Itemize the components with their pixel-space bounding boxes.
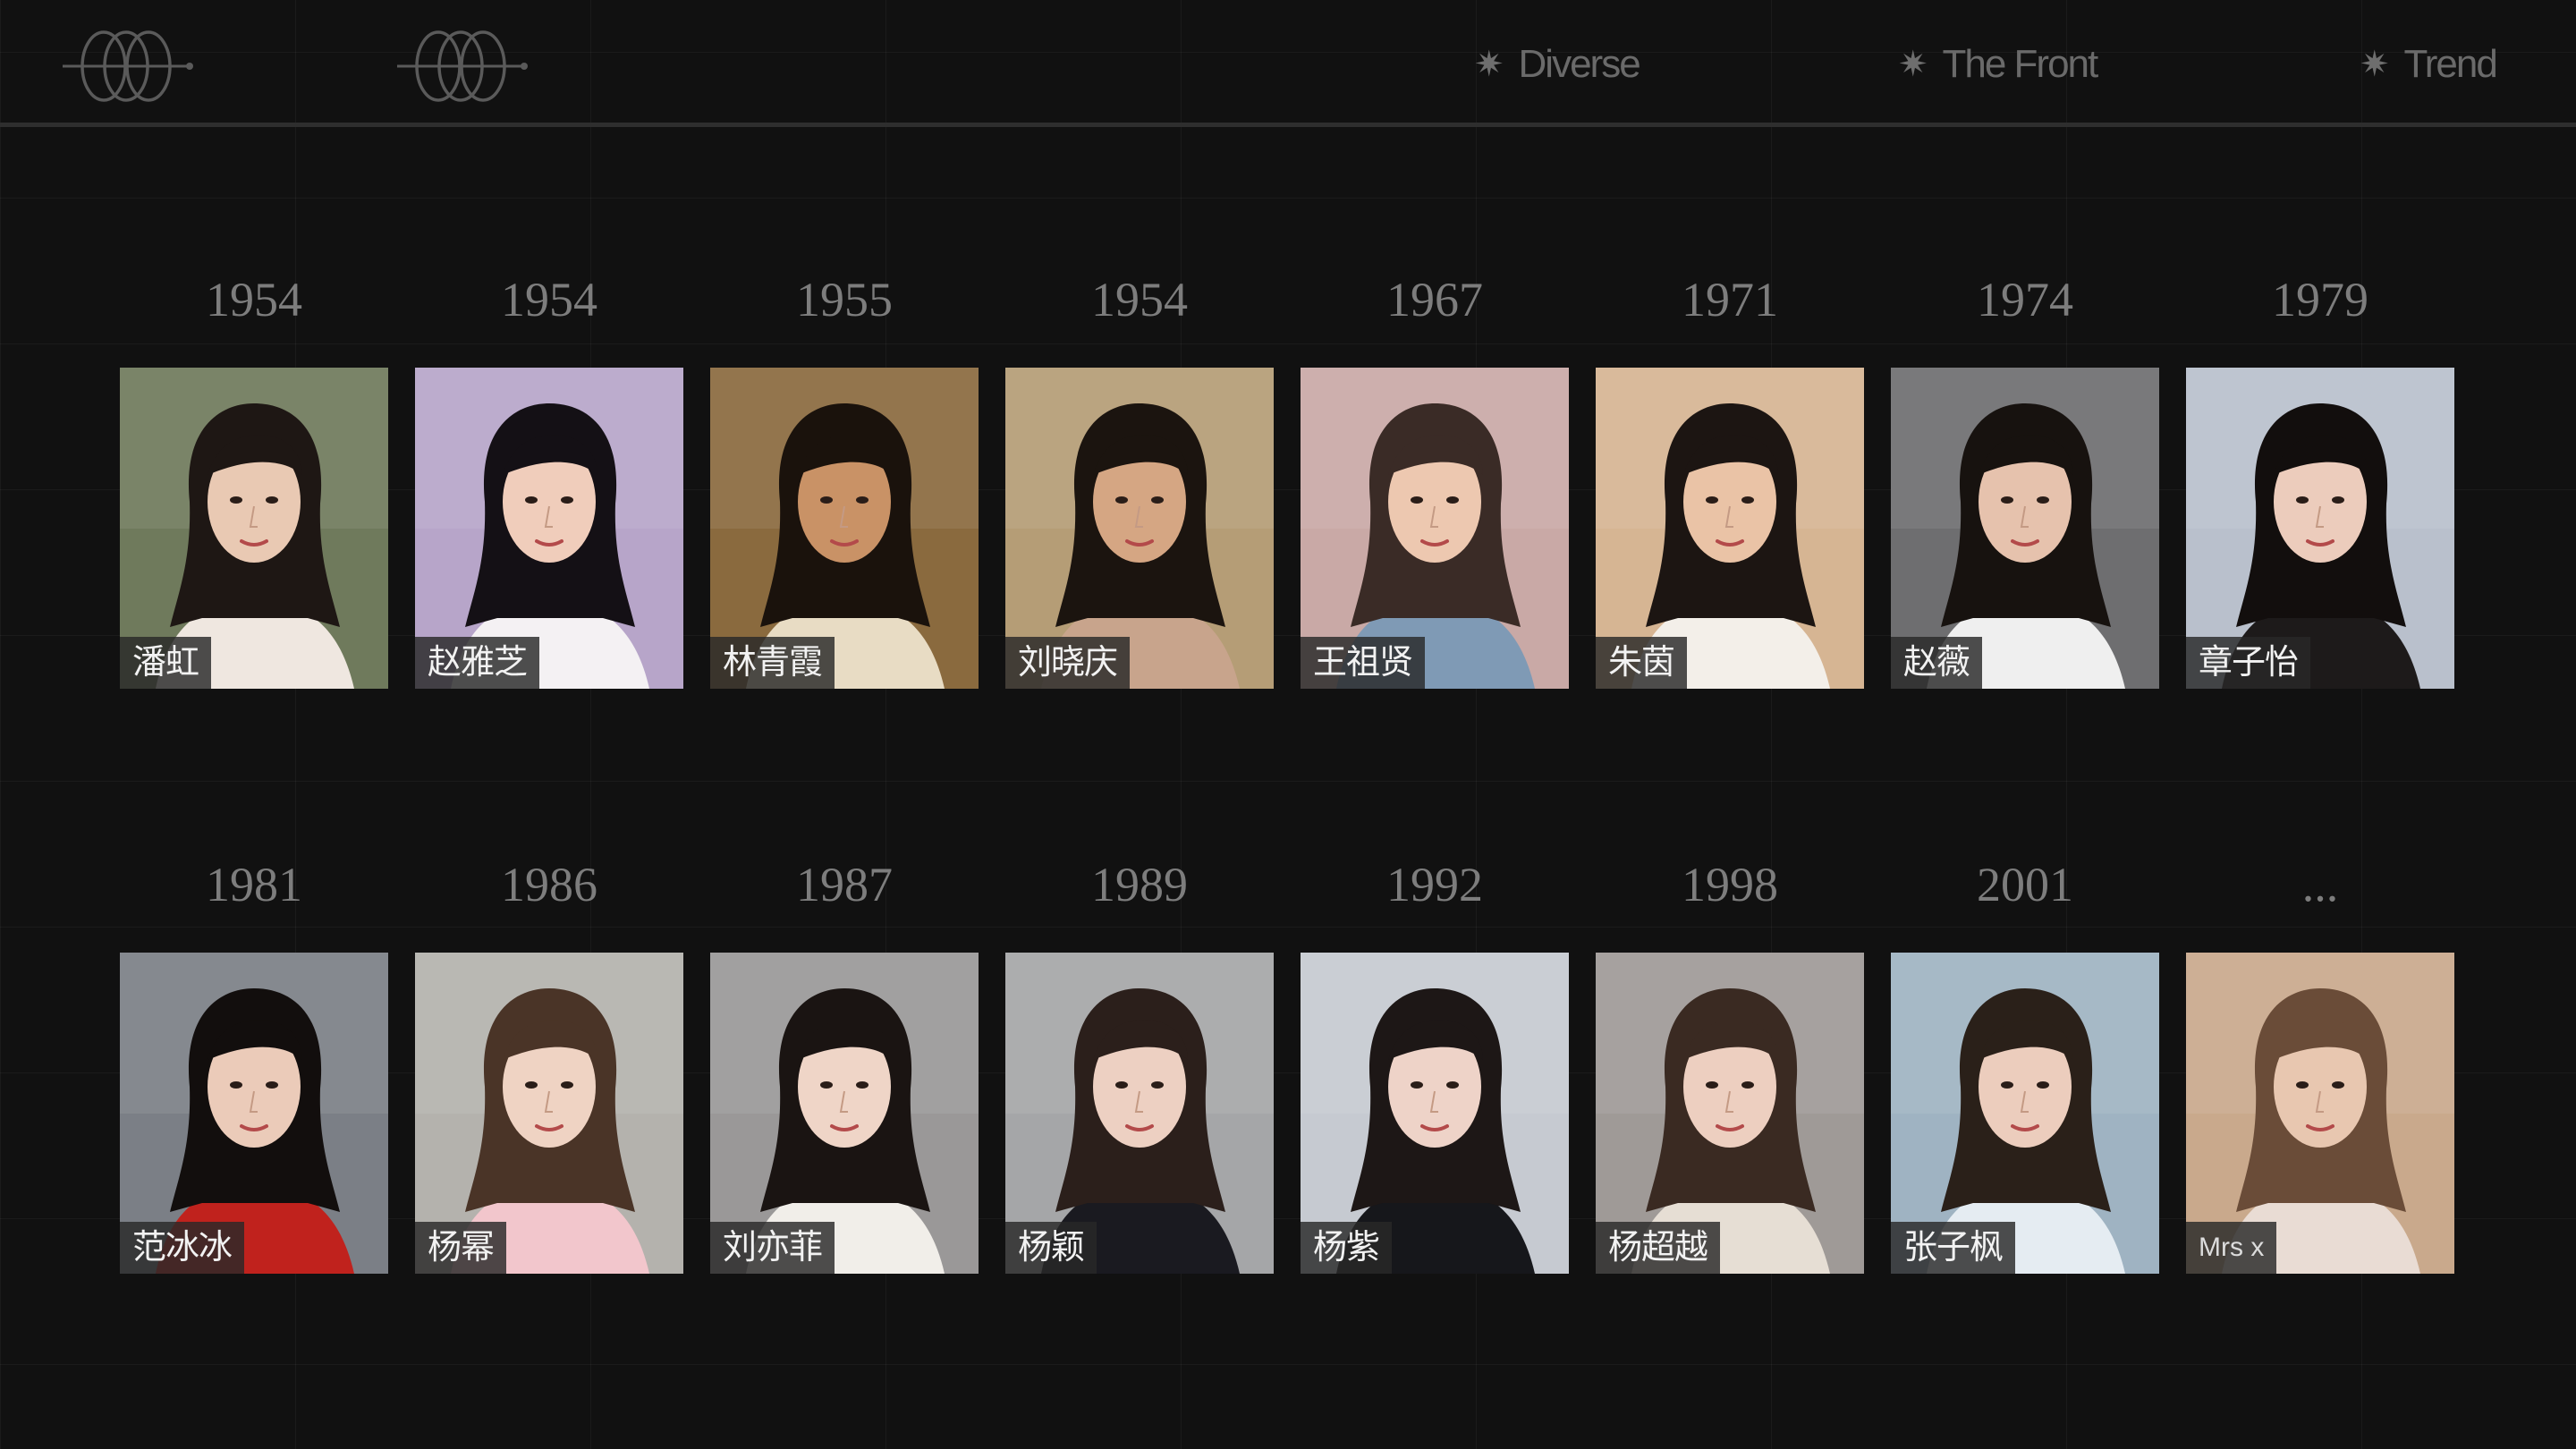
- portrait-card[interactable]: 章子怡: [2186, 368, 2454, 689]
- portrait-card[interactable]: 杨超越: [1596, 953, 1864, 1274]
- page: ✷ Diverse ✷ The Front ✷ Trend 1954 潘虹 1954…: [0, 0, 2576, 1449]
- name-tag: 范冰冰: [120, 1222, 245, 1274]
- year-label: 1974: [1977, 273, 2073, 326]
- portrait-card[interactable]: 赵薇: [1891, 368, 2159, 689]
- nav-item-trend[interactable]: ✷ Trend: [2360, 39, 2498, 89]
- portrait-card[interactable]: 杨紫: [1301, 953, 1569, 1274]
- asterisk-icon: ✷: [1474, 45, 1504, 84]
- year-label: 1986: [501, 858, 597, 911]
- rings-logo-icon[interactable]: [394, 27, 528, 106]
- year-label: 1971: [1682, 273, 1778, 326]
- portrait-card[interactable]: 朱茵: [1596, 368, 1864, 689]
- year-label: 1992: [1386, 858, 1483, 911]
- nav-item-label: The Front: [1942, 42, 2099, 86]
- name-tag: 朱茵: [1596, 637, 1688, 689]
- year-label: 1987: [796, 858, 893, 911]
- name-tag: 章子怡: [2186, 637, 2311, 689]
- portrait-card[interactable]: 王祖贤: [1301, 368, 1569, 689]
- portrait-card[interactable]: 赵雅芝: [415, 368, 683, 689]
- year-label: 1954: [206, 273, 302, 326]
- portrait-card[interactable]: 张子枫: [1891, 953, 2159, 1274]
- name-tag: 杨紫: [1301, 1222, 1393, 1274]
- rings-logo-icon[interactable]: [59, 27, 193, 106]
- year-label: 1955: [796, 273, 893, 326]
- name-tag: 刘亦菲: [710, 1222, 835, 1274]
- year-label: 1979: [2272, 273, 2368, 326]
- nav-item-diverse[interactable]: ✷ Diverse: [1474, 39, 1641, 89]
- name-tag: 潘虹: [120, 637, 212, 689]
- name-tag: 林青霞: [710, 637, 835, 689]
- year-label: 1954: [1091, 273, 1188, 326]
- name-tag: 刘晓庆: [1005, 637, 1131, 689]
- year-label: 1998: [1682, 858, 1778, 911]
- portrait-card[interactable]: 林青霞: [710, 368, 979, 689]
- year-label: 1967: [1386, 273, 1483, 326]
- portrait-card[interactable]: 潘虹: [120, 368, 388, 689]
- asterisk-icon: ✷: [1898, 45, 1928, 84]
- header-bar: ✷ Diverse ✷ The Front ✷ Trend: [0, 0, 2576, 127]
- name-tag: 杨幂: [415, 1222, 507, 1274]
- name-tag: 杨颖: [1005, 1222, 1097, 1274]
- year-label: ...: [2301, 858, 2339, 911]
- nav-item-the-front[interactable]: ✷ The Front: [1898, 39, 2099, 89]
- name-tag: 赵雅芝: [415, 637, 540, 689]
- year-label: 1981: [206, 858, 302, 911]
- portrait-card[interactable]: 杨幂: [415, 953, 683, 1274]
- portrait-card[interactable]: 刘亦菲: [710, 953, 979, 1274]
- portrait-card[interactable]: Mrs x: [2186, 953, 2454, 1274]
- asterisk-icon: ✷: [2360, 45, 2390, 84]
- portrait-card[interactable]: 刘晓庆: [1005, 368, 1274, 689]
- year-label: 1989: [1091, 858, 1188, 911]
- year-label: 2001: [1977, 858, 2073, 911]
- portrait-card[interactable]: 杨颖: [1005, 953, 1274, 1274]
- name-tag: 王祖贤: [1301, 637, 1426, 689]
- year-label: 1954: [501, 273, 597, 326]
- portrait-card[interactable]: 范冰冰: [120, 953, 388, 1274]
- name-tag: Mrs x: [2186, 1222, 2277, 1274]
- nav-item-label: Trend: [2403, 42, 2498, 86]
- name-tag: 杨超越: [1596, 1222, 1721, 1274]
- name-tag: 张子枫: [1891, 1222, 2016, 1274]
- nav-item-label: Diverse: [1518, 42, 1641, 86]
- name-tag: 赵薇: [1891, 637, 1983, 689]
